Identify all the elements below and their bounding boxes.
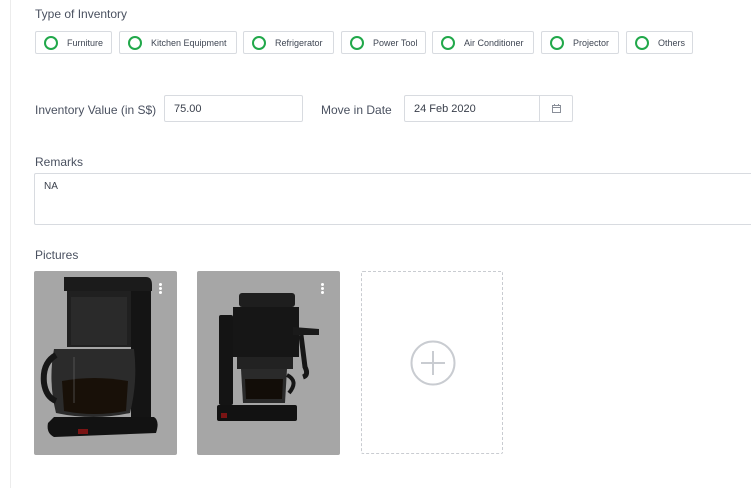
inventory-value-input[interactable]: 75.00 [164,95,303,122]
remarks-text: NA [44,181,58,192]
option-label: Furniture [67,37,104,48]
calendar-button[interactable] [539,96,572,121]
remarks-textarea[interactable]: NA [34,173,751,225]
option-projector[interactable]: Projector [541,31,619,54]
option-label: Refrigerator [275,37,323,48]
inventory-type-label: Type of Inventory [35,7,128,21]
remarks-label: Remarks [35,155,84,169]
more-vertical-icon[interactable] [321,283,324,294]
left-divider [10,0,11,488]
option-power-tool[interactable]: Power Tool [341,31,426,54]
radio-icon [350,35,364,50]
option-others[interactable]: Others [626,31,693,54]
option-air-conditioner[interactable]: Air Conditioner [432,31,534,54]
radio-icon [128,35,142,50]
espresso-machine-image [217,293,319,421]
coffee-maker-drip-image [40,277,158,437]
option-label: Kitchen Equipment [151,37,227,48]
more-vertical-icon[interactable] [159,283,162,294]
option-refrigerator[interactable]: Refrigerator [243,31,334,54]
radio-icon [252,35,266,50]
radio-icon [550,35,564,50]
add-picture-button[interactable] [361,271,503,454]
radio-icon [44,35,58,50]
inventory-value-text: 75.00 [174,102,202,115]
calendar-icon [551,104,561,113]
move-in-date-text: 24 Feb 2020 [414,102,476,115]
option-kitchen-equipment[interactable]: Kitchen Equipment [119,31,237,54]
option-furniture[interactable]: Furniture [35,31,112,54]
plus-circle-icon [410,340,456,386]
coffee-maker-drip-photo[interactable] [34,271,177,455]
radio-icon [441,35,455,50]
inventory-value-label: Inventory Value (in S$) [35,103,157,117]
option-label: Power Tool [373,37,418,48]
espresso-machine-photo[interactable] [197,271,340,455]
move-in-date-input[interactable]: 24 Feb 2020 [404,95,573,122]
option-label: Others [658,37,686,48]
option-label: Projector [573,37,610,48]
radio-icon [635,35,649,50]
pictures-label: Pictures [35,248,79,262]
move-in-date-label: Move in Date [321,103,392,117]
option-label: Air Conditioner [464,37,524,48]
